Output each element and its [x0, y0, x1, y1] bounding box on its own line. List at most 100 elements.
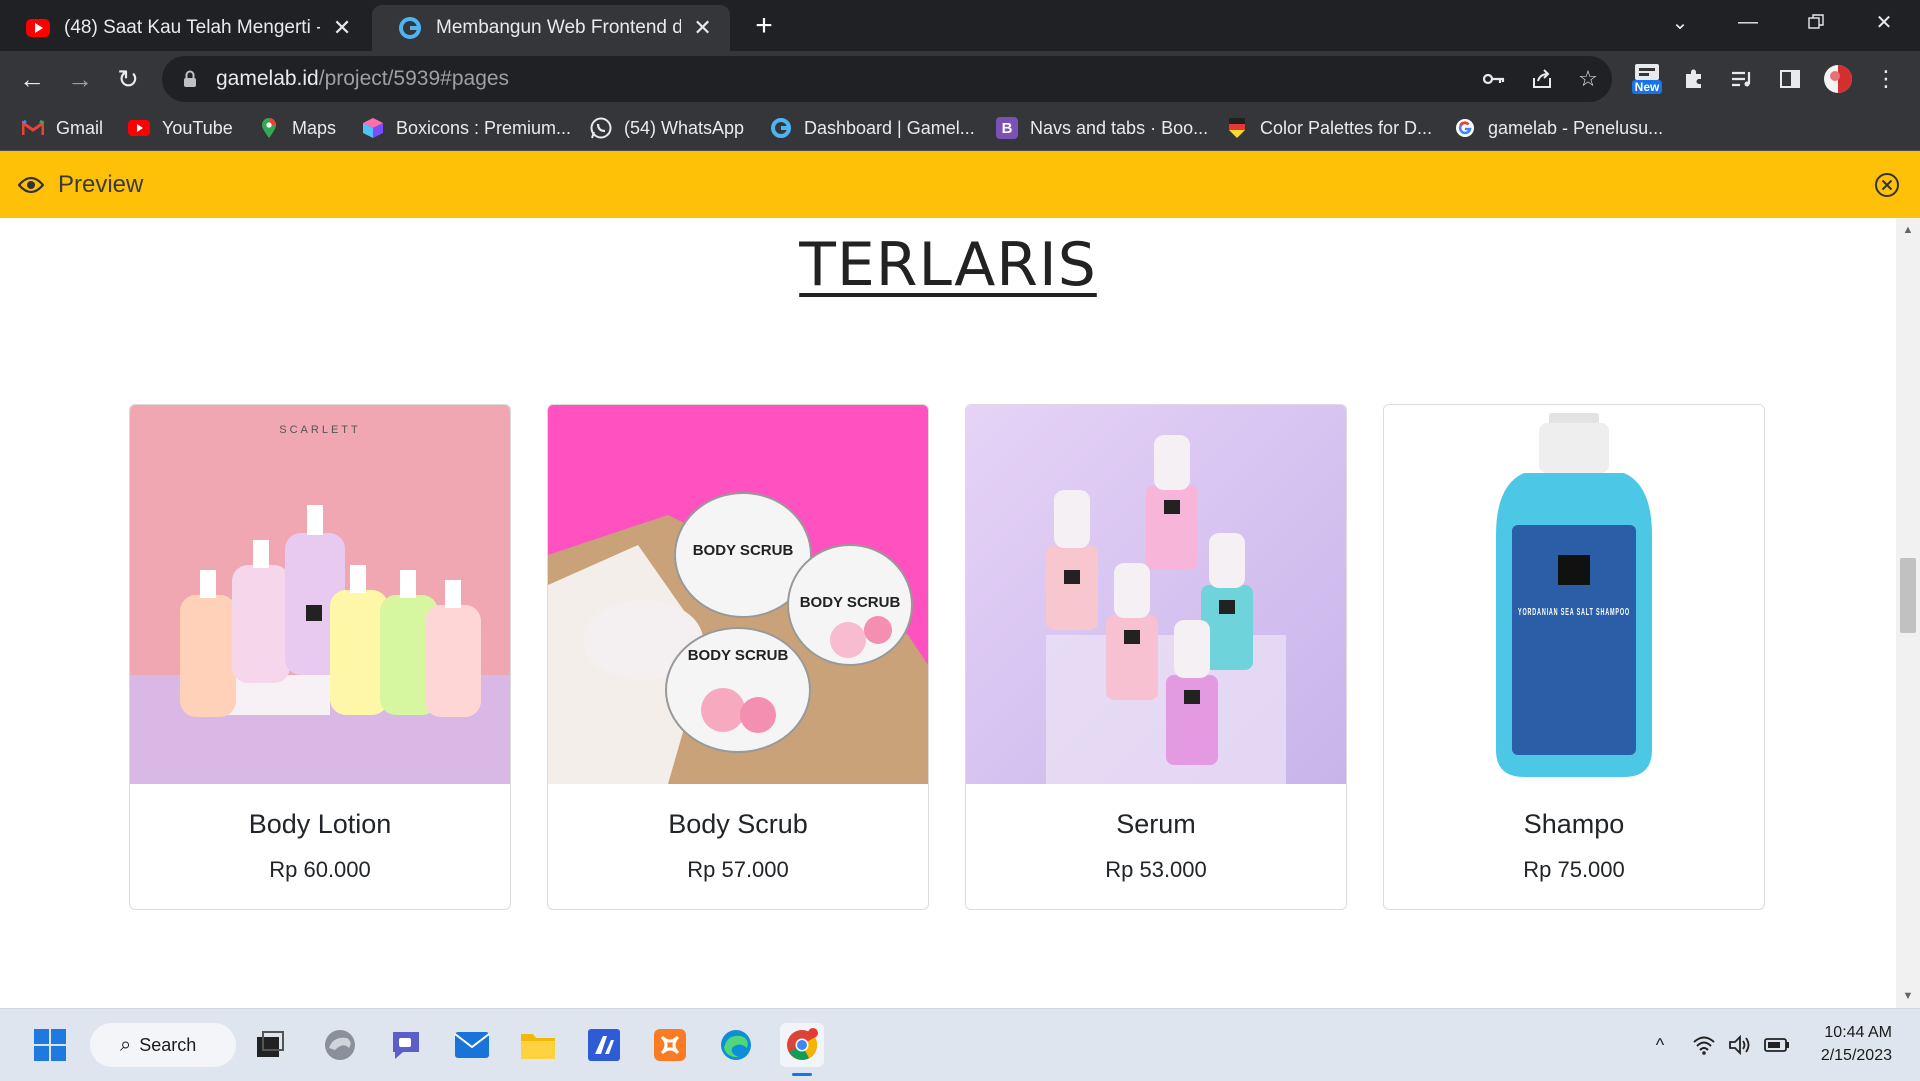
side-panel-icon[interactable]	[1774, 63, 1806, 95]
close-tab-icon[interactable]: ✕	[330, 15, 354, 41]
bookmark-label: YouTube	[162, 117, 233, 138]
product-card-body-lotion[interactable]: SCARLETT Body Lotion Rp 60.000	[129, 404, 511, 910]
teams-chat-icon[interactable]	[384, 1023, 428, 1067]
close-tab-icon[interactable]: ✕	[691, 15, 714, 41]
product-name: Body Lotion	[248, 809, 392, 839]
chrome-menu-icon[interactable]: ⋮	[1870, 63, 1902, 95]
bookmark-maps[interactable]: Maps	[258, 114, 336, 142]
eye-icon	[18, 172, 44, 198]
taskbar-search-button[interactable]: ⌕ Search	[90, 1023, 236, 1067]
product-image-body-lotion: SCARLETT	[130, 405, 510, 784]
profile-avatar[interactable]	[1822, 63, 1854, 95]
bookmark-color-palettes[interactable]: Color Palettes for D...	[1226, 114, 1432, 142]
url-path: /project/5939#pages	[318, 67, 510, 90]
preview-page: TERLARIS SCARLETT Body Lotion Rp 60.000 …	[0, 218, 1896, 1008]
edge-icon[interactable]	[714, 1023, 758, 1067]
wifi-icon[interactable]	[1690, 1033, 1718, 1057]
bookmark-gmail[interactable]: Gmail	[22, 114, 103, 142]
new-badge: New	[1631, 80, 1663, 94]
product-card-body-scrub[interactable]: BODY SCRUB BODY SCRUB BODY SCRUB Body Sc…	[547, 404, 929, 910]
product-card-shampo[interactable]: YORDANIAN SEA SALT SHAMPOO Shampo Rp 75.…	[1383, 404, 1765, 910]
gmail-icon	[22, 117, 44, 139]
windows-start-icon[interactable]	[28, 1023, 72, 1067]
edge-beta-icon[interactable]	[318, 1023, 362, 1067]
bookmarks-bar: Gmail YouTube Maps Boxicons : Premium...…	[0, 106, 1920, 151]
bookmark-label: Maps	[292, 117, 337, 138]
restore-icon[interactable]	[1786, 0, 1846, 44]
share-icon[interactable]	[1530, 67, 1554, 91]
product-name: Body Scrub	[668, 809, 808, 839]
product-name: Shampo	[1523, 809, 1625, 839]
back-icon[interactable]: ←	[14, 61, 50, 97]
chrome-icon[interactable]	[780, 1023, 824, 1067]
taskbar-clock[interactable]: 10:44 AM 2/15/2023	[1821, 1021, 1892, 1067]
address-bar[interactable]: gamelab.id/project/5939#pages ☆	[162, 56, 1612, 102]
star-icon[interactable]: ☆	[1576, 66, 1600, 91]
file-explorer-icon[interactable]	[516, 1023, 560, 1067]
bootstrap-icon: B	[996, 117, 1018, 139]
windows-taskbar: ⌕ Search ^ 10:44 AM 2/15/2023	[0, 1008, 1920, 1081]
minimize-icon[interactable]: —	[1718, 0, 1778, 44]
bookmark-label: gamelab - Penelusu...	[1488, 117, 1664, 138]
bookmark-label: Navs and tabs · Boo...	[1030, 117, 1209, 138]
tab-search-icon[interactable]: ⌄	[1650, 0, 1710, 44]
close-window-icon[interactable]: ✕	[1854, 0, 1914, 44]
browser-toolbar: ← → ↻ gamelab.id/project/5939#pages ☆ Ne…	[0, 51, 1920, 106]
extension-new-icon[interactable]: New	[1630, 57, 1664, 99]
boxicons-icon	[362, 117, 384, 139]
close-preview-icon[interactable]	[1874, 172, 1900, 198]
jar-label: BODY SCRUB	[688, 647, 789, 664]
product-price: Rp 75.000	[1523, 857, 1625, 882]
tab-youtube[interactable]: (48) Saat Kau Telah Mengerti - Vi ✕	[0, 5, 370, 51]
tab-title: (48) Saat Kau Telah Mengerti - Vi	[64, 17, 321, 38]
gamelab-icon	[770, 117, 792, 139]
url-text: gamelab.id/project/5939#pages	[216, 67, 509, 91]
xampp-icon[interactable]	[648, 1023, 692, 1067]
bookmark-label: (54) WhatsApp	[624, 117, 745, 138]
new-tab-button[interactable]: +	[748, 9, 780, 42]
task-view-icon[interactable]	[248, 1023, 292, 1067]
reading-list-icon[interactable]	[1726, 63, 1758, 95]
scrollbar-thumb[interactable]	[1900, 558, 1916, 633]
bookmark-boxicons[interactable]: Boxicons : Premium...	[362, 114, 571, 142]
youtube-icon	[26, 16, 50, 40]
brand-text: SCARLETT	[279, 424, 360, 436]
search-icon: ⌕	[120, 1033, 132, 1056]
jar-label: BODY SCRUB	[693, 542, 794, 559]
whatsapp-icon	[590, 117, 612, 139]
scroll-up-arrow-icon[interactable]: ▲	[1902, 224, 1914, 236]
bookmark-google-search[interactable]: gamelab - Penelusu...	[1454, 114, 1663, 142]
tab-title: Membangun Web Frontend deng	[436, 17, 682, 38]
reload-icon[interactable]: ↻	[110, 61, 146, 97]
key-icon[interactable]	[1482, 67, 1506, 91]
vscode-like-icon[interactable]	[582, 1023, 626, 1067]
page-scrollbar[interactable]: ▲ ▼	[1896, 218, 1920, 1008]
tab-gamelab[interactable]: Membangun Web Frontend deng ✕	[372, 5, 730, 51]
bookmark-whatsapp[interactable]: (54) WhatsApp	[590, 114, 744, 142]
product-name: Serum	[1116, 809, 1196, 839]
product-price: Rp 53.000	[1105, 857, 1207, 882]
extensions-puzzle-icon[interactable]	[1678, 63, 1710, 95]
search-label: Search	[139, 1034, 197, 1055]
bookmark-label: Dashboard | Gamel...	[804, 117, 975, 138]
lock-icon	[180, 70, 200, 88]
battery-icon[interactable]	[1762, 1033, 1792, 1057]
preview-label: Preview	[58, 170, 144, 198]
volume-icon[interactable]	[1726, 1033, 1754, 1057]
bookmark-navs-tabs[interactable]: B Navs and tabs · Boo...	[996, 114, 1208, 142]
bookmark-youtube[interactable]: YouTube	[128, 114, 233, 142]
product-image-body-scrub: BODY SCRUB BODY SCRUB BODY SCRUB	[548, 405, 928, 784]
heading-text: TERLARIS	[799, 230, 1097, 300]
preview-bar: Preview	[0, 151, 1920, 218]
chevron-up-icon[interactable]: ^	[1648, 1033, 1672, 1057]
youtube-icon	[128, 117, 150, 139]
maps-icon	[258, 117, 280, 139]
google-icon	[1454, 117, 1476, 139]
mail-icon[interactable]	[450, 1023, 494, 1067]
product-card-serum[interactable]: Serum Rp 53.000	[965, 404, 1347, 910]
bookmark-label: Color Palettes for D...	[1260, 117, 1433, 138]
forward-icon[interactable]: →	[62, 61, 98, 97]
bookmark-label: Gmail	[56, 117, 104, 138]
bookmark-dashboard-gamelab[interactable]: Dashboard | Gamel...	[770, 114, 975, 142]
scroll-down-arrow-icon[interactable]: ▼	[1902, 990, 1914, 1002]
